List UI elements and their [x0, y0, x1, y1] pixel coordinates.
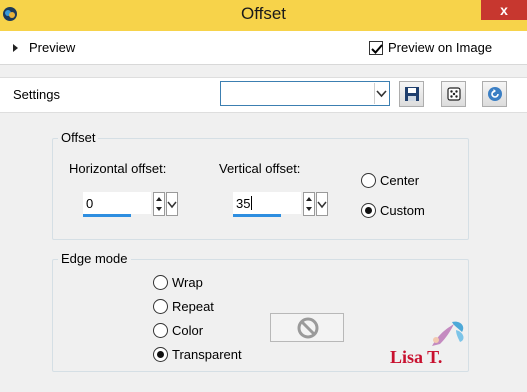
- watermark-text: Lisa T.: [390, 347, 443, 367]
- chevron-down-icon[interactable]: [374, 83, 388, 104]
- center-radio-label[interactable]: Center: [380, 173, 419, 188]
- vertical-offset-dropdown[interactable]: [316, 192, 328, 216]
- title-bar: Offset x: [0, 0, 527, 31]
- repeat-radio[interactable]: [153, 299, 168, 314]
- up-down-arrows-icon: [306, 197, 312, 211]
- preview-on-image-checkbox[interactable]: [369, 41, 383, 55]
- settings-bar: Settings: [0, 77, 527, 113]
- no-color-icon: [297, 317, 319, 339]
- reset-icon: [488, 87, 502, 101]
- wrap-radio[interactable]: [153, 275, 168, 290]
- edge-color-swatch[interactable]: [270, 313, 344, 342]
- wrap-radio-label[interactable]: Wrap: [172, 275, 203, 290]
- horizontal-offset-input[interactable]: 0: [83, 192, 151, 214]
- checkmark-icon: [371, 44, 383, 54]
- chevron-down-icon: [317, 201, 327, 209]
- randomize-dice-icon: [447, 87, 461, 101]
- repeat-radio-label[interactable]: Repeat: [172, 299, 214, 314]
- transparent-radio-label[interactable]: Transparent: [172, 347, 242, 362]
- custom-radio-label[interactable]: Custom: [380, 203, 425, 218]
- custom-radio[interactable]: [361, 203, 376, 218]
- vertical-offset-input[interactable]: 35: [233, 192, 301, 214]
- preview-on-image-label[interactable]: Preview on Image: [388, 40, 492, 55]
- preview-bar: Preview Preview on Image: [0, 31, 527, 65]
- horizontal-offset-label: Horizontal offset:: [69, 161, 167, 176]
- vertical-offset-value: 35: [236, 196, 251, 211]
- vertical-offset-spinner[interactable]: 35: [233, 192, 329, 218]
- offset-group: [52, 138, 469, 240]
- horizontal-offset-stepper[interactable]: [153, 192, 165, 216]
- preset-select[interactable]: [220, 81, 390, 106]
- color-radio[interactable]: [153, 323, 168, 338]
- randomize-button[interactable]: [441, 81, 466, 107]
- close-button[interactable]: x: [481, 0, 527, 20]
- save-icon: [405, 87, 419, 101]
- color-radio-label[interactable]: Color: [172, 323, 203, 338]
- horizontal-offset-spinner[interactable]: 0: [83, 192, 179, 218]
- preview-toggle-label[interactable]: Preview: [29, 40, 75, 55]
- chevron-down-icon: [167, 201, 177, 209]
- offset-group-title: Offset: [58, 130, 99, 145]
- reset-button[interactable]: [482, 81, 507, 107]
- center-radio[interactable]: [361, 173, 376, 188]
- transparent-radio[interactable]: [153, 347, 168, 362]
- horizontal-offset-value: 0: [86, 196, 94, 211]
- edge-mode-group-title: Edge mode: [58, 251, 131, 266]
- window-title: Offset: [240, 4, 287, 23]
- expand-arrow-icon[interactable]: [13, 44, 18, 52]
- save-preset-button[interactable]: [399, 81, 424, 107]
- up-down-arrows-icon: [156, 197, 162, 211]
- horizontal-offset-bar[interactable]: [83, 214, 131, 217]
- close-icon: x: [500, 2, 508, 18]
- lisa-t-watermark: Lisa T.: [390, 318, 470, 368]
- text-caret: [251, 196, 253, 210]
- vertical-offset-label: Vertical offset:: [219, 161, 301, 176]
- settings-label: Settings: [13, 87, 60, 102]
- horizontal-offset-dropdown[interactable]: [166, 192, 178, 216]
- vertical-offset-stepper[interactable]: [303, 192, 315, 216]
- vertical-offset-bar[interactable]: [233, 214, 281, 217]
